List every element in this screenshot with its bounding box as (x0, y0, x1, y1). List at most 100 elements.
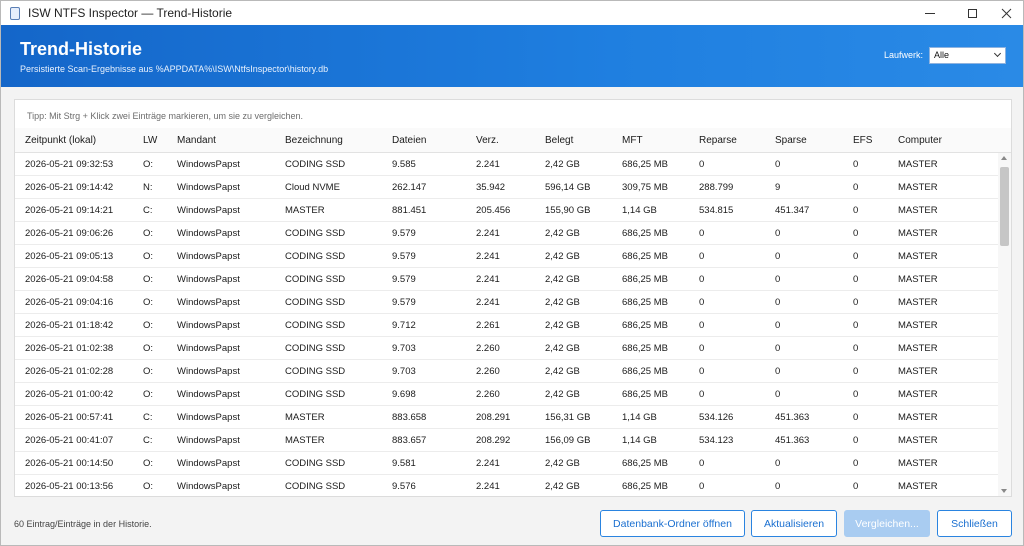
cell-reparse: 0 (699, 389, 705, 400)
table-row[interactable]: 2026-05-21 09:04:16 O: WindowsPapst CODING … (15, 291, 998, 314)
cell-files: 9.585 (392, 159, 416, 170)
cell-tenant: WindowsPapst (177, 182, 240, 193)
column-header-tenant[interactable]: Mandant (177, 135, 216, 146)
cell-files: 9.579 (392, 274, 416, 285)
table-row[interactable]: 2026-05-21 01:02:28 O: WindowsPapst CODING … (15, 360, 998, 383)
table-body[interactable]: 2026-05-21 09:32:53 O: WindowsPapst CODING … (15, 153, 998, 496)
cell-files: 262.147 (392, 182, 427, 193)
cell-used: 2,42 GB (545, 458, 580, 469)
cell-used: 2,42 GB (545, 320, 580, 331)
column-header-drive[interactable]: LW (143, 135, 157, 146)
app-window: ISW NTFS Inspector — Trend-Historie Tren… (0, 0, 1024, 546)
cell-dirs: 35.942 (476, 182, 506, 193)
open-database-folder-button[interactable]: Datenbank-Ordner öffnen (600, 510, 745, 537)
cell-sparse: 0 (775, 343, 781, 354)
cell-tenant: WindowsPapst (177, 251, 240, 262)
cell-timestamp: 2026-05-21 09:32:53 (25, 159, 114, 170)
cell-sparse: 0 (775, 228, 781, 239)
cell-dirs: 2.241 (476, 274, 500, 285)
table-row[interactable]: 2026-05-21 00:14:50 O: WindowsPapst CODING … (15, 452, 998, 475)
cell-tenant: WindowsPapst (177, 412, 240, 423)
cell-efs: 0 (853, 205, 859, 216)
cell-drive: O: (143, 228, 154, 239)
cell-computer: MASTER (898, 182, 938, 193)
table-row[interactable]: 2026-05-21 01:00:42 O: WindowsPapst CODING … (15, 383, 998, 406)
cell-dirs: 205.456 (476, 205, 511, 216)
cell-timestamp: 2026-05-21 09:06:26 (25, 228, 114, 239)
cell-files: 9.703 (392, 366, 416, 377)
column-header-reparse[interactable]: Reparse (699, 135, 737, 146)
refresh-button[interactable]: Aktualisieren (751, 510, 837, 537)
cell-dirs: 2.241 (476, 297, 500, 308)
cell-mft: 686,25 MB (622, 343, 668, 354)
table-row[interactable]: 2026-05-21 00:13:56 O: WindowsPapst CODING … (15, 475, 998, 496)
cell-reparse: 288.799 (699, 182, 734, 193)
cell-dirs: 208.292 (476, 435, 511, 446)
vertical-scrollbar[interactable] (998, 153, 1011, 496)
cell-computer: MASTER (898, 366, 938, 377)
page-title: Trend-Historie (20, 39, 143, 59)
column-header-efs[interactable]: EFS (853, 135, 872, 146)
close-button[interactable]: Schließen (937, 510, 1012, 537)
cell-drive: O: (143, 366, 154, 377)
cell-sparse: 0 (775, 274, 781, 285)
cell-dirs: 2.241 (476, 228, 500, 239)
table-row[interactable]: 2026-05-21 01:02:38 O: WindowsPapst CODING … (15, 337, 998, 360)
table-row[interactable]: 2026-05-21 00:57:41 C: WindowsPapst MASTER 8… (15, 406, 998, 429)
table-row[interactable]: 2026-05-21 09:04:58 O: WindowsPapst CODING … (15, 268, 998, 291)
cell-mft: 686,25 MB (622, 251, 668, 262)
cell-reparse: 0 (699, 274, 705, 285)
cell-dirs: 2.260 (476, 343, 500, 354)
cell-timestamp: 2026-05-21 00:13:56 (25, 481, 114, 492)
cell-timestamp: 2026-05-21 09:14:21 (25, 205, 114, 216)
history-panel: Tipp: Mit Strg + Klick zwei Einträge mar… (14, 99, 1012, 497)
cell-computer: MASTER (898, 435, 938, 446)
page-subtitle: Persistierte Scan-Ergebnisse aus %APPDAT… (20, 64, 329, 74)
cell-timestamp: 2026-05-21 00:14:50 (25, 458, 114, 469)
table-row[interactable]: 2026-05-21 00:41:07 C: WindowsPapst MASTER 8… (15, 429, 998, 452)
column-header-sparse[interactable]: Sparse (775, 135, 807, 146)
cell-timestamp: 2026-05-21 01:02:38 (25, 343, 114, 354)
cell-computer: MASTER (898, 297, 938, 308)
column-header-label[interactable]: Bezeichnung (285, 135, 343, 146)
cell-timestamp: 2026-05-21 00:41:07 (25, 435, 114, 446)
scroll-down-icon[interactable] (1001, 489, 1007, 493)
compare-button[interactable]: Vergleichen... (844, 510, 930, 537)
column-header-files[interactable]: Dateien (392, 135, 426, 146)
table-row[interactable]: 2026-05-21 09:05:13 O: WindowsPapst CODING … (15, 245, 998, 268)
header-banner: Trend-Historie Persistierte Scan-Ergebni… (1, 25, 1023, 87)
cell-mft: 686,25 MB (622, 297, 668, 308)
cell-used: 156,31 GB (545, 412, 591, 423)
minimize-button[interactable] (907, 1, 953, 25)
cell-label: CODING SSD (285, 228, 346, 239)
cell-computer: MASTER (898, 159, 938, 170)
window-title: ISW NTFS Inspector — Trend-Historie (28, 6, 233, 20)
column-header-timestamp[interactable]: Zeitpunkt (lokal) (25, 135, 96, 146)
cell-label: CODING SSD (285, 159, 346, 170)
cell-drive: O: (143, 251, 154, 262)
cell-efs: 0 (853, 182, 859, 193)
history-table: Zeitpunkt (lokal) LW Mandant Bezeichnung Dat… (15, 128, 1011, 496)
close-window-button[interactable] (983, 1, 1024, 25)
cell-sparse: 0 (775, 366, 781, 377)
table-row[interactable]: 2026-05-21 09:14:42 N: WindowsPapst Cloud N… (15, 176, 998, 199)
column-header-used[interactable]: Belegt (545, 135, 573, 146)
column-header-computer[interactable]: Computer (898, 135, 942, 146)
table-row[interactable]: 2026-05-21 09:06:26 O: WindowsPapst CODING … (15, 222, 998, 245)
app-icon (10, 6, 20, 20)
scroll-up-icon[interactable] (1001, 156, 1007, 160)
column-header-mft[interactable]: MFT (622, 135, 643, 146)
cell-sparse: 451.363 (775, 435, 810, 446)
cell-tenant: WindowsPapst (177, 159, 240, 170)
column-header-dirs[interactable]: Verz. (476, 135, 499, 146)
scrollbar-thumb[interactable] (1000, 167, 1009, 246)
table-row[interactable]: 2026-05-21 01:18:42 O: WindowsPapst CODING … (15, 314, 998, 337)
table-row[interactable]: 2026-05-21 09:32:53 O: WindowsPapst CODING … (15, 153, 998, 176)
cell-mft: 686,25 MB (622, 366, 668, 377)
close-icon (1001, 8, 1011, 18)
drive-filter-label: Laufwerk: (884, 50, 924, 60)
drive-filter-select[interactable]: Alle (929, 47, 1006, 64)
table-row[interactable]: 2026-05-21 09:14:21 C: WindowsPapst MASTER 8… (15, 199, 998, 222)
cell-sparse: 0 (775, 389, 781, 400)
cell-timestamp: 2026-05-21 01:02:28 (25, 366, 114, 377)
